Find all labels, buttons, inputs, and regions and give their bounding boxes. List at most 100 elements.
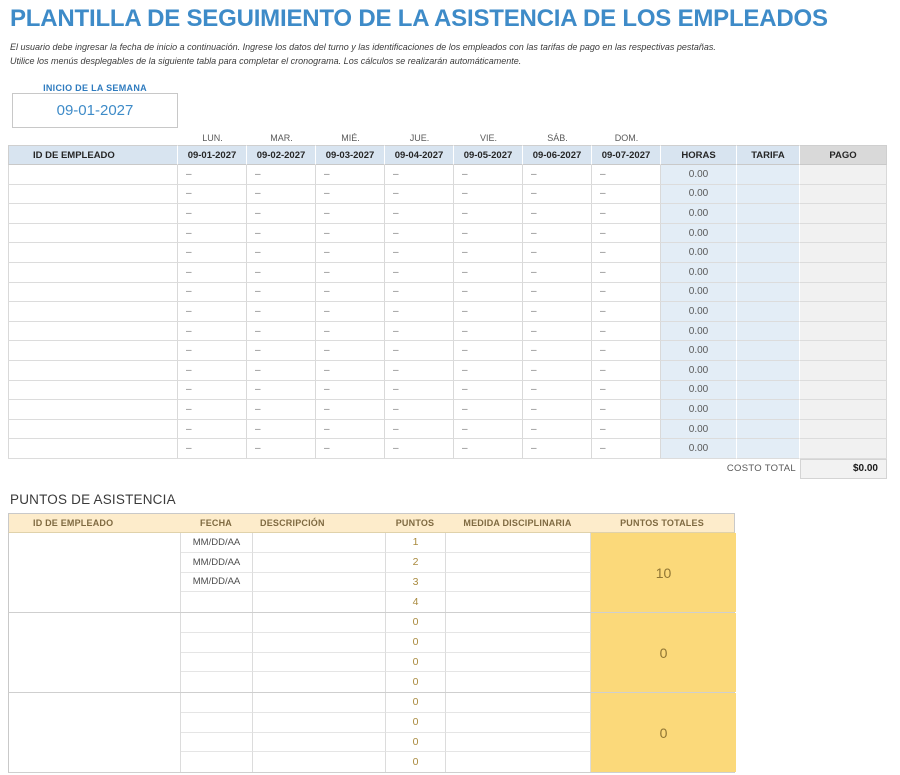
shift-cell[interactable]: –	[592, 224, 661, 244]
rate-cell[interactable]	[737, 381, 800, 401]
rate-cell[interactable]	[737, 420, 800, 440]
points-description-cell[interactable]	[253, 533, 386, 553]
points-description-cell[interactable]	[253, 733, 386, 753]
shift-cell[interactable]: –	[316, 185, 385, 205]
points-description-cell[interactable]	[253, 752, 386, 772]
shift-cell[interactable]: –	[247, 381, 316, 401]
employee-id-cell[interactable]	[8, 302, 178, 322]
shift-cell[interactable]: –	[454, 420, 523, 440]
points-date-cell[interactable]	[181, 653, 253, 673]
employee-id-cell[interactable]	[8, 322, 178, 342]
shift-cell[interactable]: –	[385, 243, 454, 263]
shift-cell[interactable]: –	[592, 243, 661, 263]
employee-id-cell[interactable]	[8, 243, 178, 263]
shift-cell[interactable]: –	[247, 302, 316, 322]
week-start-input[interactable]: 09-01-2027	[12, 93, 178, 128]
points-disciplinary-cell[interactable]	[446, 733, 591, 753]
employee-id-cell[interactable]	[8, 400, 178, 420]
points-disciplinary-cell[interactable]	[446, 713, 591, 733]
rate-cell[interactable]	[737, 185, 800, 205]
points-description-cell[interactable]	[253, 713, 386, 733]
points-employee-id-cell[interactable]	[9, 613, 181, 692]
shift-cell[interactable]: –	[454, 322, 523, 342]
shift-cell[interactable]: –	[592, 341, 661, 361]
points-description-cell[interactable]	[253, 693, 386, 713]
rate-cell[interactable]	[737, 224, 800, 244]
shift-cell[interactable]: –	[247, 420, 316, 440]
points-disciplinary-cell[interactable]	[446, 573, 591, 593]
shift-cell[interactable]: –	[385, 302, 454, 322]
shift-cell[interactable]: –	[523, 302, 592, 322]
shift-cell[interactable]: –	[454, 204, 523, 224]
employee-id-cell[interactable]	[8, 263, 178, 283]
shift-cell[interactable]: –	[385, 165, 454, 185]
shift-cell[interactable]: –	[316, 361, 385, 381]
shift-cell[interactable]: –	[178, 185, 247, 205]
points-disciplinary-cell[interactable]	[446, 553, 591, 573]
shift-cell[interactable]: –	[178, 341, 247, 361]
employee-id-cell[interactable]	[8, 420, 178, 440]
points-value-cell[interactable]: 0	[386, 672, 446, 692]
shift-cell[interactable]: –	[454, 439, 523, 459]
shift-cell[interactable]: –	[385, 381, 454, 401]
shift-cell[interactable]: –	[247, 439, 316, 459]
shift-cell[interactable]: –	[316, 439, 385, 459]
shift-cell[interactable]: –	[247, 341, 316, 361]
rate-cell[interactable]	[737, 263, 800, 283]
shift-cell[interactable]: –	[178, 224, 247, 244]
points-disciplinary-cell[interactable]	[446, 672, 591, 692]
shift-cell[interactable]: –	[523, 263, 592, 283]
shift-cell[interactable]: –	[316, 420, 385, 440]
shift-cell[interactable]: –	[385, 204, 454, 224]
points-date-cell[interactable]	[181, 693, 253, 713]
points-date-cell[interactable]	[181, 672, 253, 692]
shift-cell[interactable]: –	[523, 420, 592, 440]
shift-cell[interactable]: –	[316, 165, 385, 185]
points-date-cell[interactable]	[181, 733, 253, 753]
shift-cell[interactable]: –	[316, 263, 385, 283]
shift-cell[interactable]: –	[316, 341, 385, 361]
points-date-cell[interactable]	[181, 713, 253, 733]
points-disciplinary-cell[interactable]	[446, 592, 591, 612]
points-disciplinary-cell[interactable]	[446, 693, 591, 713]
shift-cell[interactable]: –	[523, 439, 592, 459]
shift-cell[interactable]: –	[454, 341, 523, 361]
shift-cell[interactable]: –	[523, 243, 592, 263]
shift-cell[interactable]: –	[316, 322, 385, 342]
shift-cell[interactable]: –	[454, 243, 523, 263]
shift-cell[interactable]: –	[592, 185, 661, 205]
shift-cell[interactable]: –	[385, 361, 454, 381]
shift-cell[interactable]: –	[385, 400, 454, 420]
points-value-cell[interactable]: 4	[386, 592, 446, 612]
shift-cell[interactable]: –	[247, 224, 316, 244]
points-description-cell[interactable]	[253, 553, 386, 573]
shift-cell[interactable]: –	[592, 400, 661, 420]
shift-cell[interactable]: –	[178, 420, 247, 440]
shift-cell[interactable]: –	[523, 381, 592, 401]
points-value-cell[interactable]: 0	[386, 653, 446, 673]
shift-cell[interactable]: –	[523, 224, 592, 244]
points-date-cell[interactable]	[181, 752, 253, 772]
employee-id-cell[interactable]	[8, 381, 178, 401]
shift-cell[interactable]: –	[178, 322, 247, 342]
shift-cell[interactable]: –	[316, 302, 385, 322]
shift-cell[interactable]: –	[592, 361, 661, 381]
points-date-cell[interactable]: MM/DD/AA	[181, 553, 253, 573]
points-description-cell[interactable]	[253, 573, 386, 593]
shift-cell[interactable]: –	[454, 283, 523, 303]
rate-cell[interactable]	[737, 341, 800, 361]
shift-cell[interactable]: –	[247, 322, 316, 342]
shift-cell[interactable]: –	[247, 204, 316, 224]
points-disciplinary-cell[interactable]	[446, 752, 591, 772]
shift-cell[interactable]: –	[247, 185, 316, 205]
shift-cell[interactable]: –	[316, 400, 385, 420]
shift-cell[interactable]: –	[592, 381, 661, 401]
shift-cell[interactable]: –	[385, 185, 454, 205]
points-date-cell[interactable]	[181, 633, 253, 653]
points-description-cell[interactable]	[253, 633, 386, 653]
shift-cell[interactable]: –	[454, 302, 523, 322]
points-date-cell[interactable]	[181, 592, 253, 612]
shift-cell[interactable]: –	[316, 381, 385, 401]
employee-id-cell[interactable]	[8, 283, 178, 303]
shift-cell[interactable]: –	[592, 165, 661, 185]
